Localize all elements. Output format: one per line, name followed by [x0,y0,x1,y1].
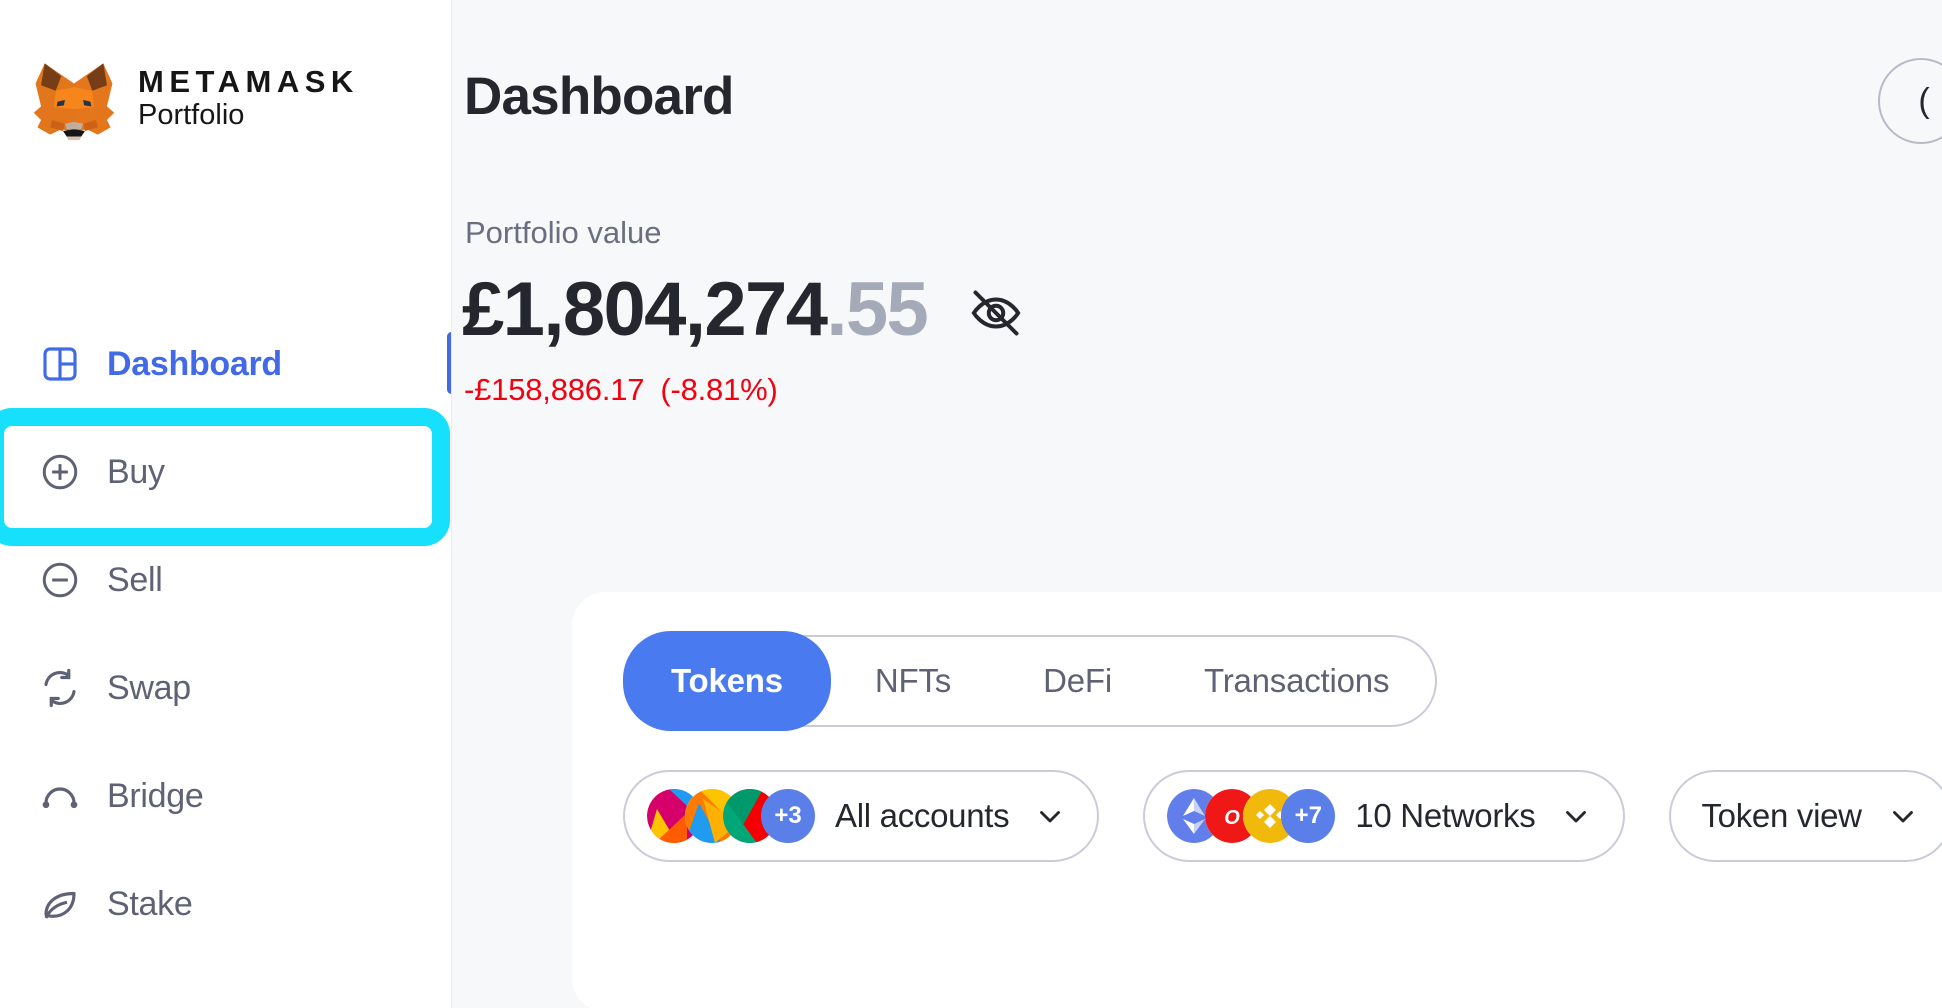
network-icon-stack: O +7 [1167,789,1336,843]
portfolio-value-cents: .55 [826,267,928,352]
minus-circle-icon [38,558,82,602]
networks-overflow-badge: +7 [1281,789,1336,843]
main-content: Dashboard ( Portfolio value £1,804,274.5… [452,0,1942,1008]
account-circle-icon[interactable]: ( [1878,58,1942,144]
sidebar-nav: Dashboard Buy Sell Swap Bridge Stake [0,310,451,958]
sidebar-item-label: Sell [107,560,163,599]
account-avatar-stack: +3 [647,789,815,843]
tab-tokens[interactable]: Tokens [625,633,829,729]
leaf-icon [38,882,82,926]
metamask-fox-logo [33,63,115,141]
svg-text:O: O [1225,807,1241,829]
tab-nfts[interactable]: NFTs [829,635,997,727]
sidebar-item-label: Swap [107,668,191,707]
portfolio-value-label: Portfolio value [465,215,662,250]
sidebar-item-bridge[interactable]: Bridge [0,742,451,850]
brand-title: METAMASK [138,63,359,99]
chevron-down-icon [1892,811,1913,823]
accounts-filter-label: All accounts [835,797,1010,834]
sidebar-item-label: Dashboard [107,344,282,383]
accounts-filter[interactable]: +3 All accounts [623,770,1100,862]
tab-transactions[interactable]: Transactions [1158,635,1435,727]
portfolio-change-amount: -£158,886.17 [464,372,645,407]
sidebar-item-label: Stake [107,884,193,923]
tab-defi[interactable]: DeFi [997,635,1158,727]
sidebar-item-sell[interactable]: Sell [0,526,451,634]
swap-arrows-icon [38,666,82,710]
portfolio-value-row: £1,804,274.55 [462,272,1025,348]
portfolio-value: £1,804,274.55 [462,272,929,348]
networks-filter-label: 10 Networks [1355,797,1536,834]
sidebar-item-label: Bridge [107,776,204,815]
chevron-down-icon [1040,811,1061,823]
portfolio-change: -£158,886.17 (-8.81%) [464,372,778,408]
brand-subtitle: Portfolio [138,99,245,132]
dashboard-icon [38,342,82,386]
filter-row: +3 All accounts O +7 10 Networks Token v… [623,770,1942,862]
sidebar-item-stake[interactable]: Stake [0,850,451,958]
chevron-down-icon [1566,811,1587,823]
token-view-filter[interactable]: Token view [1669,770,1942,862]
sidebar-item-swap[interactable]: Swap [0,634,451,742]
sidebar-item-buy[interactable]: Buy [0,418,451,526]
assets-card: Tokens NFTs DeFi Transactions +3 All acc… [572,592,1942,1008]
sidebar-item-label: Buy [107,452,165,491]
bridge-icon [38,774,82,818]
sidebar: METAMASK Portfolio Dashboard Buy Sell Sw… [0,0,452,1008]
accounts-overflow-badge: +3 [761,789,815,843]
asset-tabs: Tokens NFTs DeFi Transactions [623,633,1438,729]
token-view-label: Token view [1701,797,1862,834]
plus-circle-icon [38,450,82,494]
brand-logo[interactable]: METAMASK Portfolio [28,56,359,142]
metamask-portfolio-app: METAMASK Portfolio Dashboard Buy Sell Sw… [0,0,1942,1008]
portfolio-change-percent: (-8.81%) [660,372,778,407]
networks-filter[interactable]: O +7 10 Networks [1143,770,1626,862]
page-title: Dashboard [464,67,734,126]
account-button-glyph: ( [1918,81,1930,120]
portfolio-value-whole: £1,804,274 [462,267,828,352]
sidebar-item-dashboard[interactable]: Dashboard [0,310,451,418]
eye-off-icon[interactable] [967,284,1025,342]
